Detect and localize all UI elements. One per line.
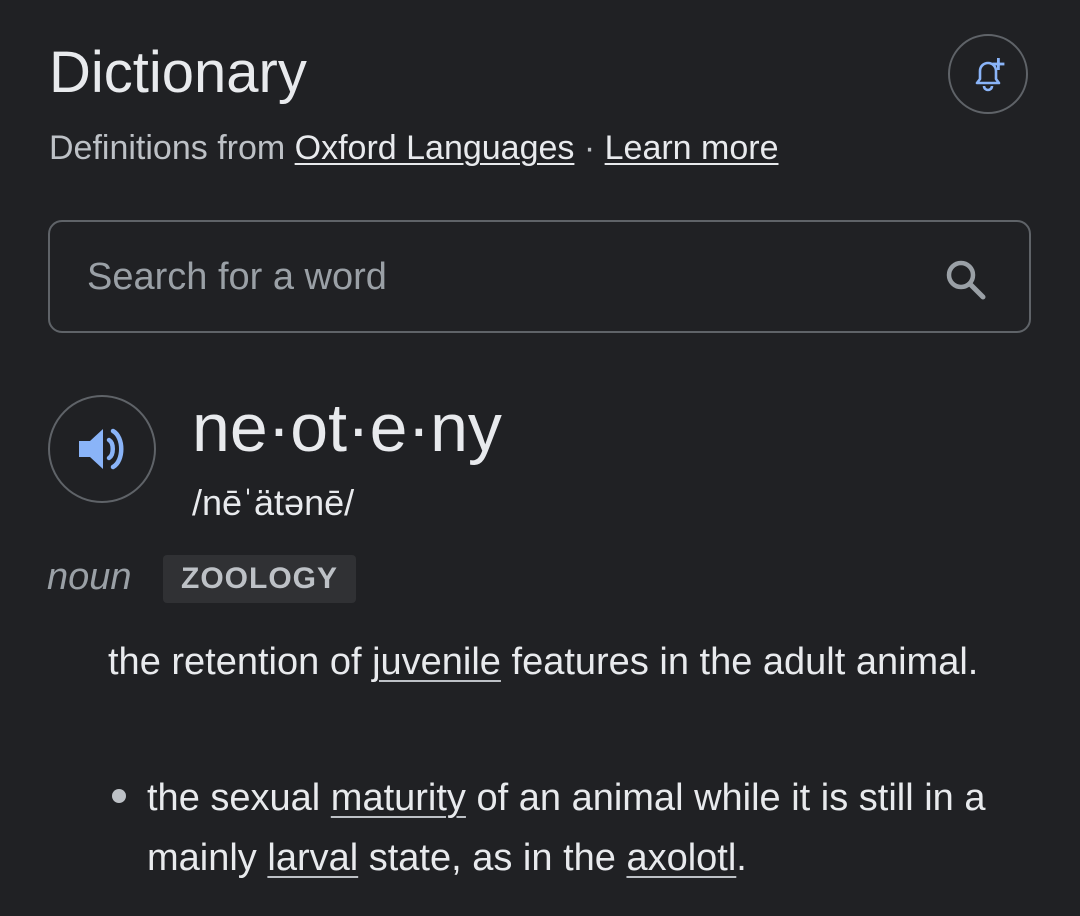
axolotl-link[interactable]: axolotl xyxy=(626,837,736,879)
source-prefix: Definitions from xyxy=(49,129,295,167)
dictionary-title: Dictionary xyxy=(49,40,307,105)
phonetic-spelling: /nēˈätənē/ xyxy=(192,482,355,523)
definition: the retention of juvenile features in th… xyxy=(108,632,1008,692)
definition-text: the retention of xyxy=(108,641,373,683)
source-separator: · xyxy=(574,129,605,167)
larval-link[interactable]: larval xyxy=(267,837,358,879)
part-of-speech: noun xyxy=(47,556,132,598)
headword: ne·ot·e·ny xyxy=(192,390,502,466)
add-alert-button[interactable] xyxy=(948,34,1028,114)
sub-definition: the sexual maturity of an animal while i… xyxy=(147,768,1047,888)
search-box xyxy=(48,220,1031,333)
search-input[interactable] xyxy=(87,252,907,302)
search-icon[interactable] xyxy=(942,256,990,304)
learn-more-link[interactable]: Learn more xyxy=(605,129,779,167)
juvenile-link[interactable]: juvenile xyxy=(372,641,501,683)
sub-definition-text: the sexual xyxy=(147,777,331,819)
subject-label-chip: ZOOLOGY xyxy=(163,555,356,603)
sub-definition-text: state, as in the xyxy=(358,837,627,879)
sub-definition-text: . xyxy=(736,837,747,879)
definition-text: features in the adult animal. xyxy=(500,641,979,683)
pronunciation-button[interactable] xyxy=(48,395,156,503)
source-line: Definitions from Oxford Languages · Lear… xyxy=(49,128,779,168)
bullet xyxy=(112,789,126,803)
speaker-icon xyxy=(79,428,124,470)
add-alert-icon xyxy=(975,58,1005,92)
oxford-languages-link[interactable]: Oxford Languages xyxy=(295,129,575,167)
maturity-link[interactable]: maturity xyxy=(331,777,466,819)
